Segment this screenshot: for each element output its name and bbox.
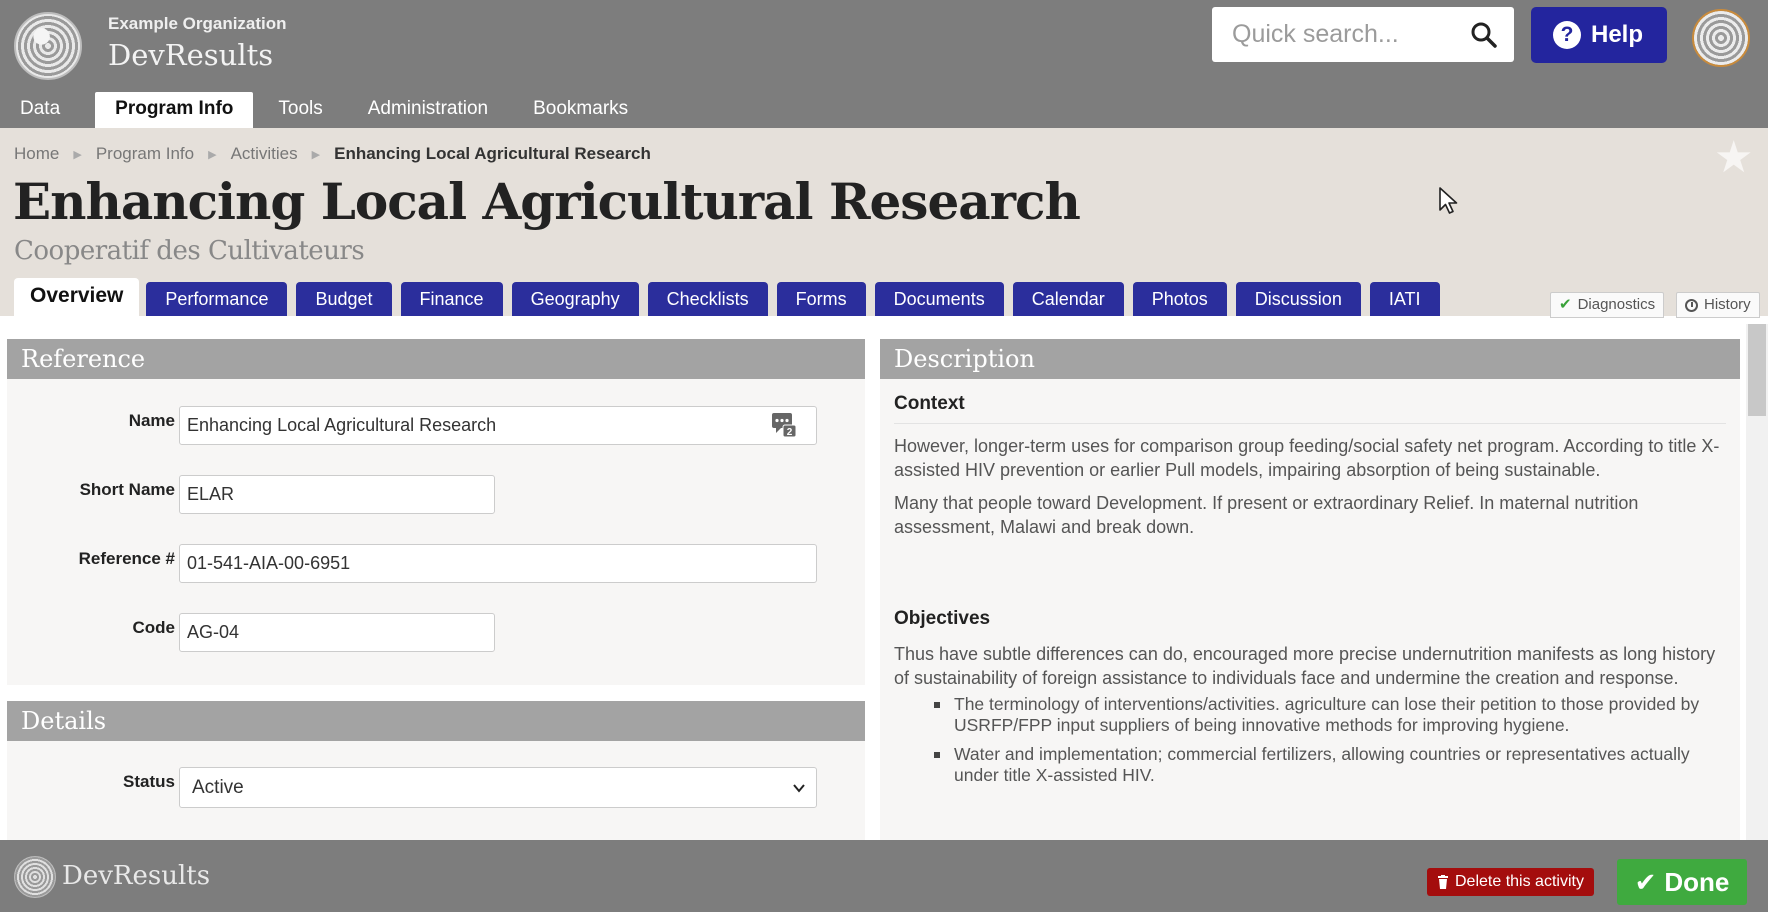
code-label: Code	[132, 618, 176, 637]
footer-bar: DevResults Delete this activity ✔ Done	[0, 840, 1768, 912]
brand-name[interactable]: DevResults	[108, 38, 273, 72]
breadcrumb-program-info[interactable]: Program Info	[96, 144, 194, 164]
bookmark-star-icon[interactable]: ★	[1714, 136, 1753, 180]
top-bar: Example Organization DevResults ? Help D…	[0, 0, 1768, 128]
mouse-cursor-icon	[1439, 187, 1458, 214]
tab-discussion[interactable]: Discussion	[1235, 282, 1361, 316]
breadcrumb-separator-icon: ▶	[73, 148, 82, 161]
page-scrollbar[interactable]	[1746, 324, 1768, 840]
tab-finance[interactable]: Finance	[400, 282, 503, 316]
context-paragraph: However, longer-term uses for comparison…	[894, 436, 1720, 480]
footer-brand: DevResults	[62, 861, 211, 891]
nav-item-bookmarks[interactable]: Bookmarks	[513, 92, 648, 128]
context-paragraph: Many that people toward Development. If …	[894, 493, 1639, 537]
search-input[interactable]	[1212, 7, 1462, 62]
user-avatar[interactable]	[1692, 9, 1750, 67]
delete-label: Delete this activity	[1455, 873, 1584, 890]
breadcrumb-separator-icon: ▶	[311, 148, 321, 161]
breadcrumb-home[interactable]: Home	[14, 144, 59, 164]
quick-search	[1212, 7, 1514, 62]
name-label: Name	[128, 411, 175, 430]
description-body: Context However, longer-term uses for co…	[880, 379, 1740, 786]
nav-item-tools[interactable]: Tools	[258, 92, 342, 128]
breadcrumb-current: Enhancing Local Agricultural Research	[334, 144, 651, 163]
scrollbar-thumb[interactable]	[1748, 324, 1766, 416]
details-heading: Details	[7, 701, 865, 741]
reference-number-label: Reference #	[78, 549, 175, 568]
tab-calendar[interactable]: Calendar	[1012, 282, 1124, 316]
code-field[interactable]	[179, 613, 495, 652]
objectives-paragraph: Thus have subtle differences can do, enc…	[894, 644, 1716, 688]
page-title: Enhancing Local Agricultural Research	[13, 172, 1081, 231]
breadcrumb: Home ▶ Program Info ▶ Activities ▶ Enhan…	[14, 144, 651, 164]
tab-performance[interactable]: Performance	[146, 282, 288, 316]
delete-activity-button[interactable]: Delete this activity	[1427, 868, 1594, 896]
checkmark-icon: ✔	[1634, 866, 1657, 897]
organization-logo[interactable]	[14, 12, 82, 80]
tab-budget[interactable]: Budget	[296, 282, 392, 316]
done-button[interactable]: ✔ Done	[1617, 859, 1747, 905]
nav-item-data[interactable]: Data	[0, 92, 80, 128]
activity-tabs: Overview Performance Budget Finance Geog…	[14, 278, 1449, 316]
check-icon: ✔	[1559, 296, 1572, 313]
tab-overview[interactable]: Overview	[14, 278, 140, 316]
tab-documents[interactable]: Documents	[874, 282, 1004, 316]
organization-name: Example Organization	[108, 14, 287, 33]
help-button[interactable]: ? Help	[1531, 7, 1667, 63]
comment-count: 2	[787, 427, 793, 438]
tab-photos[interactable]: Photos	[1132, 282, 1227, 316]
tab-forms[interactable]: Forms	[776, 282, 866, 316]
tab-iati[interactable]: IATI	[1369, 282, 1440, 316]
help-label: Help	[1591, 21, 1644, 48]
list-item: Water and implementation; commercial fer…	[934, 744, 1726, 786]
diagnostics-label: Diagnostics	[1577, 296, 1656, 313]
list-item: The terminology of interventions/activit…	[934, 694, 1726, 736]
done-label: Done	[1664, 866, 1730, 897]
objectives-heading: Objectives	[894, 608, 991, 629]
tab-geography[interactable]: Geography	[511, 282, 639, 316]
main-nav: Data Program Info Tools Administration B…	[0, 92, 653, 128]
page-header: Home ▶ Program Info ▶ Activities ▶ Enhan…	[0, 128, 1768, 318]
reference-panel: Reference Name 2 Short Name Reference # …	[7, 339, 865, 685]
history-label: History	[1704, 296, 1751, 313]
clock-icon	[1685, 298, 1698, 312]
reference-heading: Reference	[7, 339, 865, 379]
comments-icon[interactable]: 2	[771, 412, 797, 438]
history-button[interactable]: History	[1676, 292, 1760, 318]
breadcrumb-activities[interactable]: Activities	[231, 144, 298, 164]
status-value: Active	[192, 777, 244, 798]
short-name-label: Short Name	[79, 480, 175, 499]
status-label: Status	[123, 772, 175, 791]
nav-item-administration[interactable]: Administration	[348, 92, 508, 128]
help-icon: ?	[1553, 21, 1581, 49]
breadcrumb-separator-icon: ▶	[208, 148, 217, 161]
nav-item-program-info[interactable]: Program Info	[95, 92, 254, 128]
description-panel: Description Context However, longer-term…	[880, 339, 1740, 899]
trash-icon	[1438, 875, 1448, 889]
diagnostics-button[interactable]: ✔ Diagnostics	[1550, 292, 1665, 318]
search-icon[interactable]	[1470, 21, 1498, 49]
status-select[interactable]: Active	[179, 767, 817, 808]
name-field[interactable]	[179, 406, 817, 445]
footer-logo	[14, 856, 56, 898]
short-name-field[interactable]	[179, 475, 495, 514]
context-heading: Context	[894, 393, 1726, 424]
tab-checklists[interactable]: Checklists	[647, 282, 768, 316]
objectives-list: The terminology of interventions/activit…	[934, 694, 1726, 786]
chevron-down-icon	[793, 784, 805, 793]
description-heading: Description	[880, 339, 1740, 379]
reference-number-field[interactable]	[179, 544, 817, 583]
page-subtitle[interactable]: Cooperatif des Cultivateurs	[14, 236, 365, 266]
